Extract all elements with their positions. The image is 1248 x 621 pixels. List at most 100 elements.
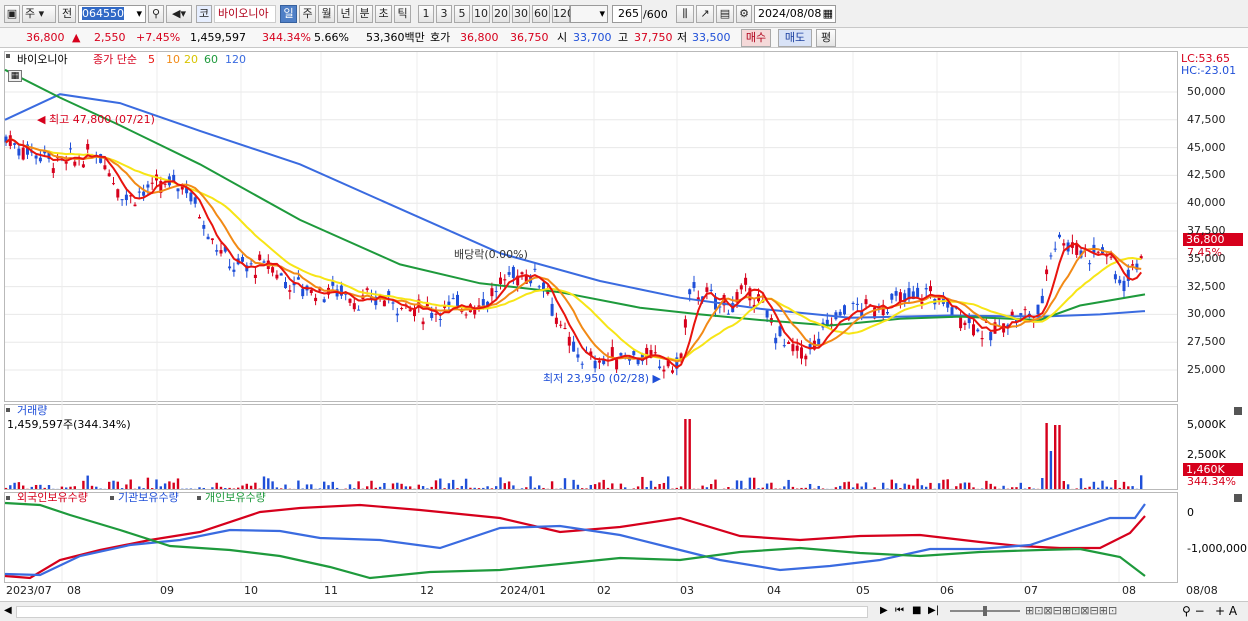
volume-bar [684,419,687,489]
volume-bar [443,488,446,489]
volume-bar [318,488,322,489]
individual-legend: 개인보유수량 [205,491,266,504]
volume-bar [151,488,154,489]
volume-bar [125,484,128,489]
volume-bar [30,486,33,489]
volume-bar [968,482,971,489]
candle-body [1131,264,1135,266]
scroll-left-icon[interactable]: ◀ [4,605,12,616]
candle-body [357,309,361,311]
volume-bar [907,484,911,489]
volume-bar [73,486,76,489]
volume-bar [959,483,962,489]
volume-bar [305,484,309,489]
volume-bar [112,480,115,489]
candle-body [279,273,283,276]
volume-bar [469,487,472,489]
candle-body [288,290,292,292]
candle-body [146,184,150,188]
candle-body [683,319,687,328]
candle-body [520,272,524,275]
candle-body [597,360,601,363]
volume-bar [17,482,21,489]
volume-bar [138,486,141,489]
volume-bar [538,485,541,489]
ma-line [4,93,1146,319]
volume-bar [619,483,623,489]
volume-bar [60,486,64,489]
play-icon[interactable]: ▶| [928,605,939,616]
volume-bar [90,485,94,489]
hc-label: HC:-23.01 [1181,64,1237,77]
candle-body [296,277,300,280]
candle-body [64,161,68,164]
table-icon[interactable]: ▦ [8,70,22,82]
volume-bar [82,480,85,489]
volume-bar [1015,487,1018,489]
volume-bar [632,488,635,489]
volume-bar [641,476,644,489]
volume-bar [323,481,326,489]
volume-bar [1092,481,1096,489]
volume-bar [69,486,72,489]
volume-bar [529,476,532,489]
zoom-in-icon[interactable]: + A [1215,604,1237,618]
price-tick: 25,000 [1187,363,1226,376]
volume-bar [989,483,992,489]
x-tick: 05 [856,584,870,597]
volume-bar [400,483,403,489]
volume-bar [507,481,511,489]
low-annotation: 최저 23,950 (02/28) ▶ [543,372,661,385]
price-tick: 42,500 [1187,168,1226,182]
zoom-out-icon[interactable]: ⚲ − [1182,604,1205,618]
candle-body [17,148,21,156]
volume-bar [202,487,205,489]
x-tick: 06 [940,584,954,597]
candle-body [331,281,335,286]
volume-bar [241,485,244,489]
volume-bar [155,479,158,489]
candle-body [963,322,967,326]
speed-slider-thumb[interactable] [983,606,987,616]
candle-body [481,299,485,306]
volume-bar [585,488,588,489]
scroll-right-icon[interactable]: ▶ [880,605,888,616]
volume-bar [817,485,820,489]
candle-body [593,360,597,369]
candle-body [1088,263,1092,265]
volume-bar [611,483,614,489]
candle-body [120,199,124,201]
volume-bar [955,486,958,489]
volume-bar [391,483,395,489]
volume-bar [47,485,51,489]
vol-tick-2: 2,500K [1187,448,1226,461]
volume-bar [929,482,932,489]
volume-bar [237,487,240,489]
close-icon[interactable] [1234,494,1242,502]
volume-bar [34,484,38,489]
volume-bar [456,488,459,489]
volume-bar [168,481,171,489]
volume-bar [348,484,352,489]
legend-dot [6,408,10,412]
tools-icons[interactable]: ⊞⊡⊠⊟⊞⊡⊠⊟⊞⊡ [1025,604,1117,617]
rewind-icon[interactable]: ⏮ [895,605,904,616]
volume-bar [602,479,605,489]
stop-icon[interactable]: ■ [912,605,921,616]
candle-body [537,286,541,288]
volume-bar [890,479,893,489]
scrollbar-track[interactable] [16,606,868,618]
x-tick: 08 [67,584,81,597]
candle-body [352,303,356,310]
volume-bar [701,485,704,489]
candle-body [511,266,515,278]
volume-bar [606,487,610,489]
volume-bar [765,483,769,489]
candle-body [662,369,666,372]
candle-body [1036,304,1040,315]
close-icon[interactable] [1234,407,1242,415]
volume-bar [486,486,489,489]
candle-body [705,287,709,292]
candle-body [365,288,369,291]
volume-bar [533,487,537,489]
